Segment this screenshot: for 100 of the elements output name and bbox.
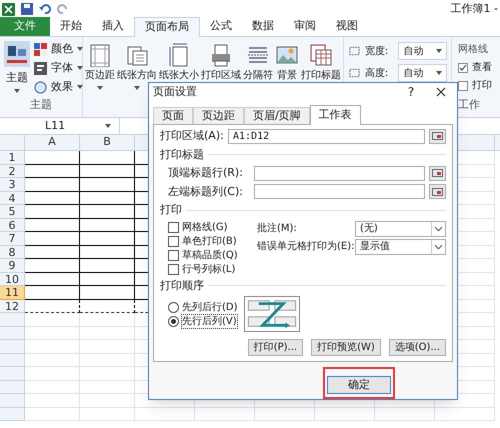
- grid-cell[interactable]: [25, 286, 80, 300]
- undo-icon: [39, 4, 51, 14]
- checkbox[interactable]: [458, 80, 468, 90]
- collapse-dialog-button[interactable]: [429, 184, 446, 200]
- font-icon: [34, 62, 47, 74]
- grid-cell[interactable]: [25, 300, 80, 313]
- field-label: 打印区域(A):: [160, 128, 224, 144]
- dialog-tab[interactable]: 页边距: [193, 107, 244, 124]
- scale-dropdown[interactable]: 自动: [398, 64, 447, 82]
- dialog-button[interactable]: 打印预览(W): [311, 339, 381, 356]
- checkbox[interactable]: [168, 222, 179, 233]
- grid-cell[interactable]: [25, 246, 80, 259]
- radio-label: 先行后列(V): [182, 314, 237, 328]
- grid-cell[interactable]: [80, 259, 135, 272]
- ribbon-tab[interactable]: 插入: [92, 17, 134, 36]
- grid-cell[interactable]: [80, 286, 135, 300]
- checkbox[interactable]: [168, 236, 179, 247]
- grid-cell[interactable]: [80, 205, 135, 218]
- ribbon-tab[interactable]: 开始: [50, 17, 92, 36]
- collapse-dialog-button[interactable]: [429, 128, 446, 144]
- grid-cell[interactable]: [80, 232, 135, 246]
- row-header[interactable]: 5: [0, 205, 25, 218]
- row-header[interactable]: 12: [0, 300, 25, 313]
- grid-cell[interactable]: [80, 151, 135, 164]
- name-box[interactable]: L11: [0, 118, 120, 134]
- radio-button[interactable]: [168, 316, 179, 327]
- themes-button[interactable]: 主题: [4, 41, 30, 95]
- collapse-dialog-button[interactable]: [429, 166, 446, 181]
- ribbon-button[interactable]: 打印区域: [201, 43, 241, 82]
- row-header[interactable]: 1: [0, 151, 25, 164]
- ribbon-button[interactable]: 纸张大小: [159, 43, 199, 82]
- row-header[interactable]: 4: [0, 192, 25, 205]
- dialog-button[interactable]: 选项(O)...: [388, 339, 446, 356]
- caret-icon: [14, 89, 20, 93]
- input-field[interactable]: [254, 184, 425, 200]
- row-header[interactable]: 2: [0, 164, 25, 178]
- theme-option-button[interactable]: 字体: [34, 60, 83, 76]
- grid-cell[interactable]: [25, 151, 80, 164]
- chevron-down-icon: [435, 226, 442, 231]
- row-header[interactable]: 10: [0, 272, 25, 286]
- grid-cell[interactable]: [25, 259, 80, 272]
- grid-cell[interactable]: [25, 232, 80, 246]
- checkbox-label: 草稿品质(Q): [182, 248, 238, 262]
- ribbon-button[interactable]: 背景: [275, 43, 299, 82]
- row-header[interactable]: 11: [0, 286, 25, 300]
- theme-option-button[interactable]: 颜色: [34, 41, 83, 57]
- radio-button[interactable]: [168, 302, 179, 313]
- ribbon-tab[interactable]: 视图: [326, 17, 368, 36]
- ribbon-tab[interactable]: 文件: [0, 17, 50, 36]
- ribbon-button[interactable]: 页边距: [85, 43, 115, 90]
- dialog-tab[interactable]: 页面: [153, 107, 193, 124]
- row-header[interactable]: 9: [0, 259, 25, 272]
- section-heading: 打印标题: [160, 146, 204, 163]
- grid-cell[interactable]: [25, 272, 80, 286]
- scale-dropdown[interactable]: 自动: [398, 42, 447, 60]
- ribbon-button[interactable]: 打印标题: [301, 43, 341, 82]
- input-field[interactable]: [254, 166, 425, 181]
- dialog-tab[interactable]: 工作表: [310, 105, 361, 126]
- grid-cell[interactable]: [25, 164, 80, 178]
- field-label: 左端标题列(C):: [168, 184, 244, 200]
- effects-icon: [34, 80, 47, 94]
- checkbox[interactable]: [458, 62, 468, 72]
- grid-cell[interactable]: [25, 205, 80, 218]
- grid-cell[interactable]: [25, 178, 80, 192]
- grid-cell[interactable]: [80, 164, 135, 178]
- grid-cell[interactable]: [25, 218, 80, 232]
- help-button[interactable]: ?: [401, 83, 421, 102]
- grid-cell[interactable]: [80, 178, 135, 192]
- row-header[interactable]: 3: [0, 178, 25, 192]
- dialog-tab[interactable]: 页眉/页脚: [244, 107, 310, 124]
- print-area-field[interactable]: A1:D12: [228, 128, 425, 144]
- grid-cell[interactable]: [80, 272, 135, 286]
- row-header[interactable]: 8: [0, 246, 25, 259]
- ribbon-tab[interactable]: 数据: [242, 17, 284, 36]
- dialog-button[interactable]: 打印(P)...: [248, 339, 304, 356]
- row-header[interactable]: 7: [0, 232, 25, 246]
- dropdown[interactable]: 显示值: [355, 238, 446, 255]
- checkbox[interactable]: [168, 264, 179, 275]
- ribbon-tab[interactable]: 页面布局: [134, 17, 200, 37]
- grid-cell[interactable]: [80, 246, 135, 259]
- checkbox[interactable]: [168, 250, 179, 261]
- grid-cell[interactable]: [25, 192, 80, 205]
- print-titles-icon: [309, 43, 333, 67]
- width-icon: [348, 45, 361, 57]
- dropdown[interactable]: (无): [355, 220, 446, 237]
- grid-cell[interactable]: [80, 300, 135, 313]
- grid-cell[interactable]: [80, 192, 135, 205]
- ribbon-button[interactable]: 分隔符: [243, 43, 273, 82]
- grid-cell[interactable]: [80, 218, 135, 232]
- column-header[interactable]: A: [25, 135, 80, 150]
- ribbon-tab[interactable]: 审阅: [284, 17, 326, 36]
- column-header[interactable]: B: [80, 135, 135, 150]
- theme-option-button[interactable]: 效果: [34, 79, 83, 95]
- scale-label: 高度:: [364, 66, 390, 80]
- caret-icon: [97, 86, 103, 90]
- checkbox-label: 单色打印(B): [182, 234, 237, 248]
- row-header[interactable]: 6: [0, 218, 25, 232]
- ok-button[interactable]: 确定: [327, 376, 391, 394]
- dialog-title: 页面设置: [153, 84, 197, 100]
- ribbon-tab[interactable]: 公式: [200, 17, 242, 36]
